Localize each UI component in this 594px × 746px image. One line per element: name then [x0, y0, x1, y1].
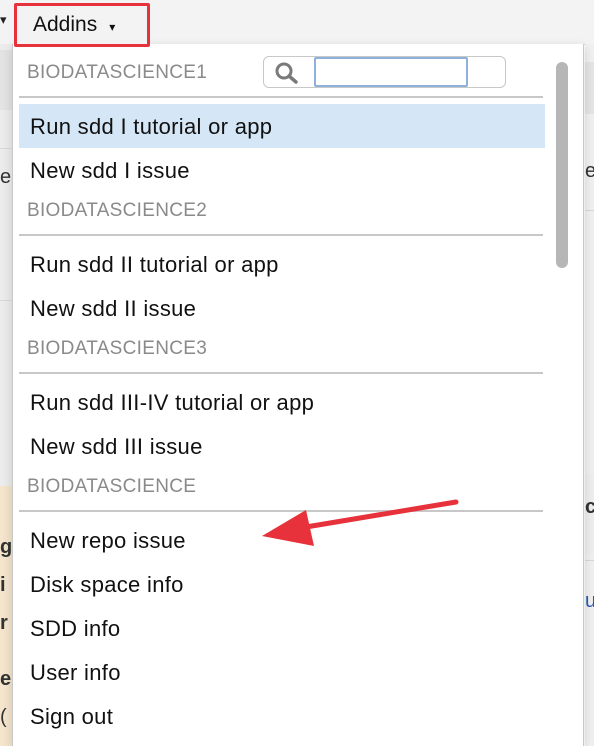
left-text-fragment: e [0, 668, 12, 690]
right-divider [585, 560, 594, 561]
left-text-fragment: i [0, 574, 6, 596]
right-pane-edge [585, 44, 594, 746]
left-text-fragment: g [0, 536, 12, 558]
group-divider [19, 96, 543, 98]
search-input[interactable] [314, 57, 468, 87]
addins-dropdown-menu: BIODATASCIENCE1 Run sdd I tutorial or ap… [12, 44, 584, 746]
menu-item[interactable]: Run sdd III-IV tutorial or app [19, 380, 545, 424]
menu-item[interactable]: Run sdd II tutorial or app [19, 242, 545, 286]
menu-item[interactable]: New repo issue [19, 518, 545, 562]
right-pane-header-edge [585, 62, 594, 114]
group-header: BIODATASCIENCE2 [27, 200, 208, 221]
right-text-fragment: ci [585, 496, 594, 518]
menu-item[interactable]: User info [19, 650, 545, 694]
addins-label: Addins [33, 13, 98, 36]
left-divider [0, 300, 12, 301]
left-divider [0, 148, 12, 149]
right-text-fragment: ex [585, 160, 594, 182]
group-header: BIODATASCIENCE1 [27, 62, 208, 83]
menu-item[interactable]: New sdd I issue [19, 148, 545, 192]
menu-item[interactable]: Disk space info [19, 562, 545, 606]
left-text-fragment: r [0, 612, 8, 634]
right-text-fragment: u [585, 590, 594, 612]
group-divider [19, 234, 543, 236]
menu-item[interactable]: Run sdd I tutorial or app [19, 104, 545, 148]
left-text-fragment: er [0, 166, 12, 188]
menu-item[interactable]: Sign out [19, 694, 545, 738]
group-divider [19, 372, 543, 374]
scrollbar-thumb[interactable] [556, 62, 568, 268]
toolbar-dropdown-caret-icon[interactable]: ▾ [0, 12, 7, 28]
chevron-down-icon: ▾ [109, 19, 116, 34]
right-divider [585, 210, 594, 211]
menu-item[interactable]: New sdd II issue [19, 286, 545, 330]
left-pane-header-edge [0, 50, 12, 110]
left-text-fragment: ( [0, 706, 7, 728]
group-header: BIODATASCIENCE [27, 476, 197, 497]
group-header: BIODATASCIENCE3 [27, 338, 208, 359]
menu-item[interactable]: New sdd III issue [19, 424, 545, 468]
group-divider [19, 510, 543, 512]
menu-item[interactable]: SDD info [19, 606, 545, 650]
search-icon [274, 61, 300, 90]
addins-menu-button[interactable]: Addins ▾ [14, 3, 150, 47]
search-box [263, 56, 506, 88]
